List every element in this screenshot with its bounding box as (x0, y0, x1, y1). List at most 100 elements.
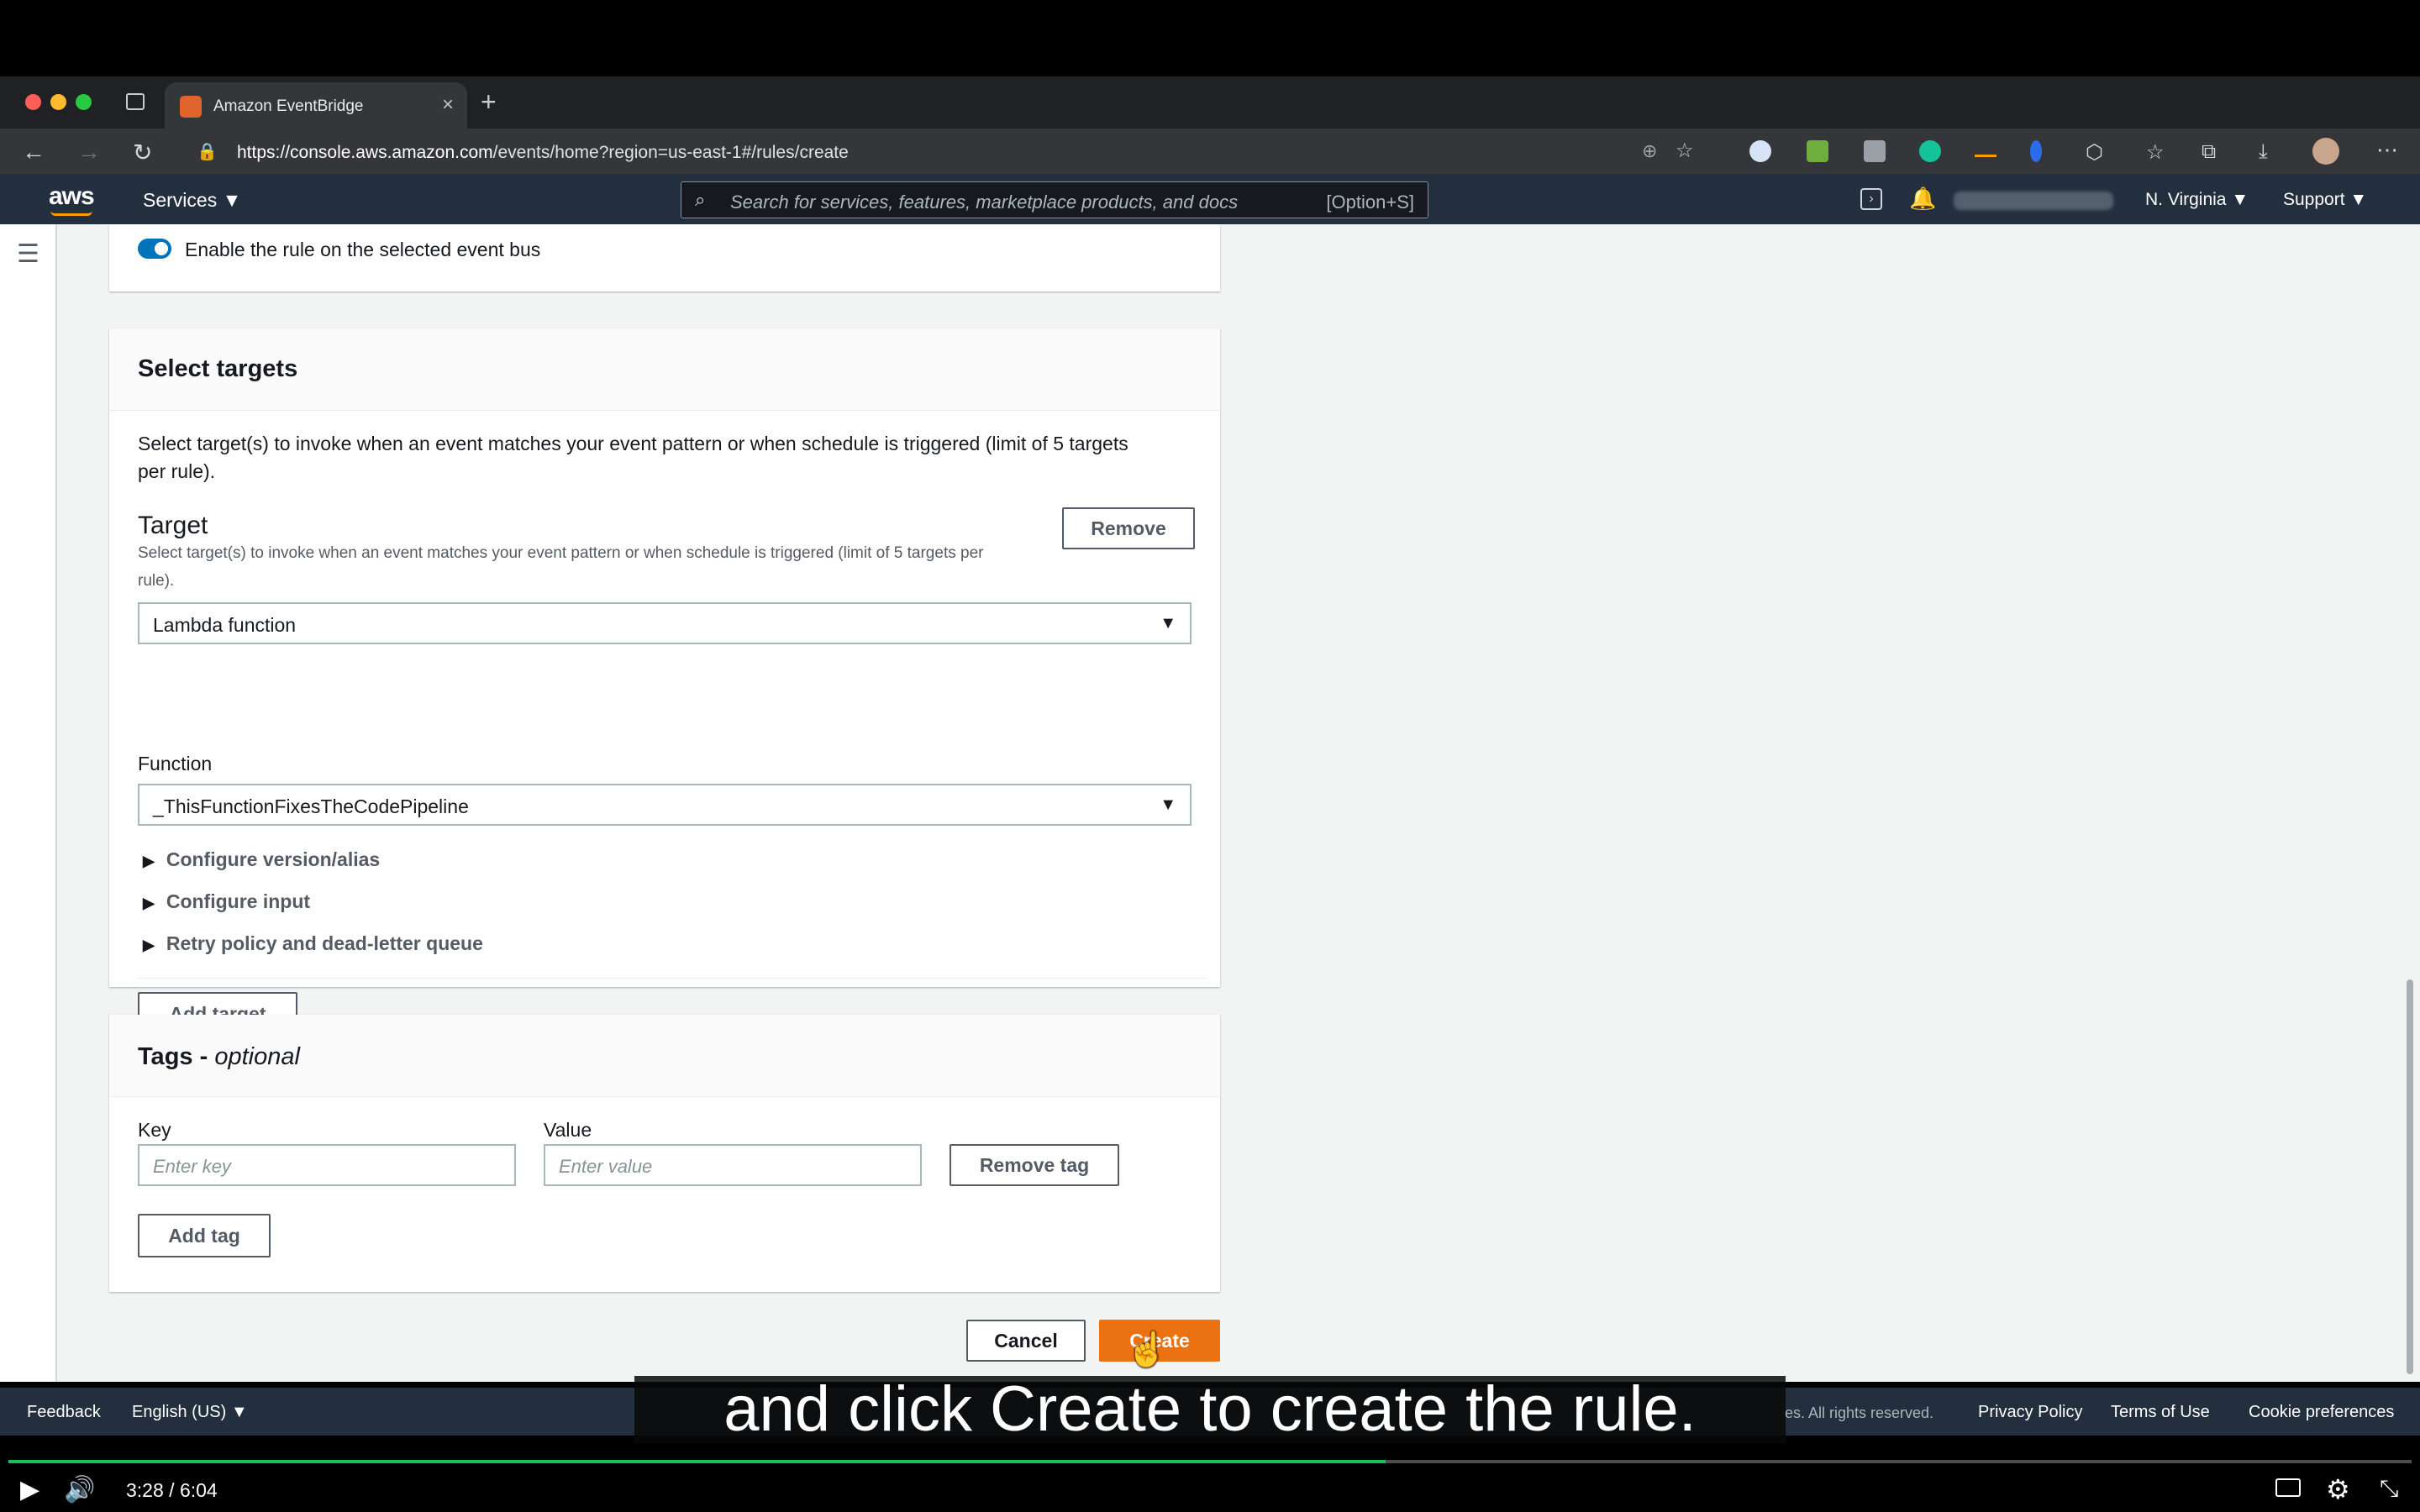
extension-2-icon[interactable] (1807, 140, 1828, 162)
more-menu-icon[interactable]: ⋯ (2376, 137, 2398, 163)
address-toolbar: ← → ↻ 🔒 https://console.aws.amazon.com/e… (0, 129, 2420, 174)
aws-logo[interactable]: aws (49, 182, 95, 211)
target-type-value: Lambda function (153, 614, 297, 636)
tab-bar: Amazon EventBridge × + (0, 76, 2420, 129)
collections-icon[interactable]: ⧉ (2202, 140, 2216, 164)
video-progress-bar[interactable] (8, 1460, 2412, 1463)
caret-right-icon: ▶ (143, 853, 155, 869)
grammarly-icon[interactable] (1919, 140, 1941, 162)
mouse-pointer-hand-icon: ☝ (1126, 1331, 1168, 1368)
enable-rule-label: Enable the rule on the selected event bu… (185, 239, 541, 260)
subtitles-icon[interactable] (2275, 1478, 2301, 1497)
close-window-button[interactable] (25, 94, 41, 110)
cancel-button[interactable]: Cancel (966, 1320, 1086, 1362)
caret-right-icon: ▶ (143, 895, 155, 911)
address-bar[interactable]: 🔒 https://console.aws.amazon.com/events/… (180, 134, 1697, 169)
account-menu[interactable] (1954, 192, 2113, 210)
extensions-icon[interactable]: ⬡ (2086, 140, 2103, 165)
target-hint-line1: Select target(s) to invoke when an event… (138, 544, 984, 562)
exit-fullscreen-icon[interactable]: ⤡ (2380, 1475, 2398, 1503)
function-select[interactable]: _ThisFunctionFixesTheCodePipeline ▼ (138, 784, 1192, 826)
target-label: Target (138, 512, 208, 539)
browser-window: Amazon EventBridge × + ← → ↻ 🔒 https://c… (0, 76, 2420, 1436)
select-targets-description-line2: per rule). (138, 460, 216, 482)
video-progress-fill (8, 1460, 1386, 1463)
select-targets-description-line1: Select target(s) to invoke when an event… (138, 433, 1128, 454)
forward-icon[interactable]: → (77, 139, 101, 165)
aws-logo-smile-icon (50, 211, 92, 216)
target-type-select[interactable]: Lambda function ▼ (138, 602, 1192, 644)
target-hint-line2: rule). (138, 572, 175, 590)
tab-actions-icon[interactable] (126, 93, 145, 110)
search-placeholder: Search for services, features, marketpla… (730, 192, 1239, 213)
minimize-window-button[interactable] (50, 94, 66, 110)
zoom-icon[interactable]: ⊕ (1642, 140, 1657, 162)
play-icon[interactable]: ▶ (20, 1475, 39, 1504)
rule-details-panel: Enable the rule on the selected event bu… (109, 224, 1220, 291)
remove-tag-button[interactable]: Remove tag (950, 1144, 1119, 1186)
services-menu[interactable]: Services ▼ (143, 189, 241, 212)
add-tag-button[interactable]: Add tag (138, 1214, 271, 1257)
tags-header: Tags - optional (109, 1015, 1220, 1097)
caret-right-icon: ▶ (143, 937, 155, 953)
tag-key-placeholder: Enter key (153, 1156, 231, 1177)
terms-of-use-link[interactable]: Terms of Use (2111, 1403, 2210, 1422)
extension-3-icon[interactable] (1864, 140, 1886, 162)
downloads-icon[interactable]: ⤓ (2259, 140, 2268, 164)
favorites-icon[interactable]: ☆ (2146, 140, 2165, 165)
eventbridge-favicon-icon (180, 96, 202, 118)
url-text: https://console.aws.amazon.com/events/ho… (237, 143, 849, 162)
retry-policy-expander[interactable]: ▶ Retry policy and dead-letter queue (143, 932, 483, 955)
video-caption: and click Create to create the rule. (634, 1376, 1786, 1443)
remove-target-button[interactable]: Remove (1062, 507, 1195, 549)
volume-icon[interactable]: 🔊 (64, 1475, 95, 1504)
configure-input-expander[interactable]: ▶ Configure input (143, 890, 310, 913)
divider (138, 978, 1207, 979)
tab-amazon-eventbridge[interactable]: Amazon EventBridge × (165, 82, 467, 129)
maximize-window-button[interactable] (76, 94, 92, 110)
tag-key-input[interactable]: Enter key (138, 1144, 516, 1186)
tag-key-label: Key (138, 1119, 171, 1141)
cloudshell-icon[interactable]: › (1860, 188, 1882, 210)
chevron-down-icon: ▼ (1160, 795, 1176, 814)
new-tab-button[interactable]: + (481, 87, 497, 118)
notifications-bell-icon[interactable]: 🔔 (1909, 186, 1936, 212)
favorites-add-icon[interactable]: ☆ (1676, 139, 1694, 163)
region-selector[interactable]: N. Virginia ▼ (2145, 190, 2249, 210)
tags-title: Tags - optional (138, 1043, 300, 1070)
privacy-policy-link[interactable]: Privacy Policy (1978, 1403, 2082, 1422)
extension-1-icon[interactable] (1749, 140, 1771, 162)
settings-gear-icon[interactable]: ⚙ (2326, 1473, 2350, 1505)
video-time: 3:28 / 6:04 (126, 1479, 218, 1501)
language-selector[interactable]: English (US) ▼ (132, 1403, 248, 1422)
support-menu[interactable]: Support ▼ (2283, 190, 2367, 210)
hamburger-menu-icon[interactable]: ☰ (17, 239, 39, 269)
aws-top-navigation: aws Services ▼ ⌕ Search for services, fe… (0, 174, 2420, 224)
page-scrollbar-thumb[interactable] (2407, 979, 2413, 1374)
feedback-link[interactable]: Feedback (27, 1403, 101, 1422)
reload-icon[interactable]: ↻ (133, 139, 152, 166)
cookie-preferences-link[interactable]: Cookie preferences (2249, 1403, 2394, 1422)
function-value: _ThisFunctionFixesTheCodePipeline (153, 795, 469, 817)
aws-search-input[interactable]: ⌕ Search for services, features, marketp… (681, 181, 1428, 218)
tab-title: Amazon EventBridge (213, 97, 364, 115)
extension-6-icon[interactable] (2030, 140, 2042, 162)
chevron-down-icon: ▼ (1160, 614, 1176, 633)
profile-avatar[interactable] (2312, 138, 2339, 165)
video-controls: ▶ 🔊 3:28 / 6:04 ⚙ ⤡ (0, 1468, 2420, 1512)
close-tab-icon[interactable]: × (442, 93, 454, 117)
tag-value-input[interactable]: Enter value (544, 1144, 922, 1186)
copyright-text: es. All rights reserved. (1785, 1404, 1934, 1421)
tags-panel: Tags - optional Key Value Enter key Ente… (109, 1015, 1220, 1292)
enable-rule-toggle[interactable] (138, 239, 171, 259)
tag-value-placeholder: Enter value (559, 1156, 653, 1177)
side-navigation-rail: ☰ (0, 224, 57, 1382)
back-icon[interactable]: ← (22, 139, 45, 165)
select-targets-title: Select targets (138, 355, 298, 382)
search-icon: ⌕ (695, 189, 706, 210)
search-shortcut: [Option+S] (1326, 192, 1414, 213)
amazon-assistant-icon[interactable] (1975, 145, 1996, 157)
tag-value-label: Value (544, 1119, 592, 1141)
function-label: Function (138, 753, 213, 774)
configure-version-alias-expander[interactable]: ▶ Configure version/alias (143, 848, 380, 871)
